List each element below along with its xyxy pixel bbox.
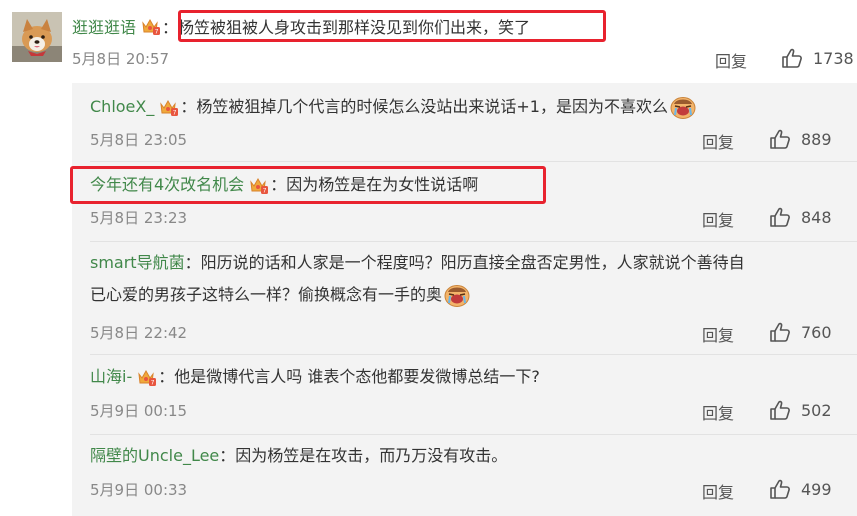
- crying-emoji-icon: [670, 95, 696, 119]
- reply-colon: ：: [219, 446, 236, 465]
- main-comment-date: 5月8日 20:57: [72, 50, 170, 68]
- reply-text: 他是微博代言人吗 谁表个态他都要发微博总结一下?: [174, 367, 540, 386]
- main-comment-line: 逛逛逛语 ： 杨笠被狙被人身攻击到那样没见到你们出来，笑了: [72, 14, 530, 38]
- like-count: 889: [801, 129, 832, 149]
- reply-colon: ：: [270, 175, 287, 194]
- vip-badge-icon[interactable]: [136, 367, 156, 387]
- like-button[interactable]: 499: [769, 478, 832, 500]
- reply-colon: ：: [158, 367, 175, 386]
- like-button[interactable]: 848: [769, 206, 832, 228]
- reply-username[interactable]: 山海i-: [90, 365, 132, 389]
- divider: [90, 241, 857, 242]
- reply-button[interactable]: 回复: [702, 129, 734, 153]
- like-thumb-icon: [769, 321, 791, 343]
- divider: [90, 354, 857, 355]
- reply-button[interactable]: 回复: [702, 479, 734, 503]
- reply-button[interactable]: 回复: [702, 322, 734, 346]
- divider: [90, 434, 857, 435]
- reply-text-line2: 已心爱的男孩子这特么一样？偷换概念有一手的奥: [90, 285, 443, 304]
- divider: [90, 161, 857, 162]
- reply-list: ChloeX_ ： 杨笠被狙掉几个代言的时候怎么没站出来说话+1，是因为不喜欢么…: [72, 83, 857, 516]
- avatar[interactable]: [12, 12, 62, 62]
- reply-username[interactable]: smart导航菌: [90, 251, 185, 275]
- like-button[interactable]: 889: [769, 128, 832, 150]
- reply-text: 因为杨笠是在为女性说话啊: [286, 175, 479, 194]
- main-comment-like-count: 1738: [813, 48, 854, 68]
- reply-line: smart导航菌 ： 阳历说的话和人家是一个程度吗？阳历直接全盘否定男性，人家就…: [90, 251, 745, 275]
- like-thumb-icon: [769, 478, 791, 500]
- main-comment-username[interactable]: 逛逛逛语: [72, 14, 136, 38]
- reply-line: ChloeX_ ： 杨笠被狙掉几个代言的时候怎么没站出来说话+1，是因为不喜欢么: [90, 95, 696, 119]
- reply-colon: ：: [184, 253, 201, 272]
- main-comment-like-button[interactable]: 1738: [781, 47, 854, 69]
- reply-button[interactable]: 回复: [702, 207, 734, 231]
- like-thumb-icon: [769, 128, 791, 150]
- like-count: 848: [801, 207, 832, 227]
- like-count: 499: [801, 479, 832, 499]
- reply-date: 5月9日 00:33: [90, 481, 188, 499]
- reply-username[interactable]: 隔壁的Uncle_Lee: [90, 444, 219, 468]
- reply-username[interactable]: ChloeX_: [90, 95, 154, 119]
- vip-badge-icon[interactable]: [158, 97, 178, 117]
- main-comment-colon: ：: [162, 18, 179, 37]
- vip-badge-icon[interactable]: [140, 16, 160, 36]
- like-button[interactable]: 502: [769, 399, 832, 421]
- like-button[interactable]: 760: [769, 321, 832, 343]
- like-count: 502: [801, 400, 832, 420]
- reply-button[interactable]: 回复: [702, 400, 734, 424]
- like-thumb-icon: [769, 206, 791, 228]
- reply-date: 5月8日 22:42: [90, 324, 188, 342]
- reply-line: 山海i- ： 他是微博代言人吗 谁表个态他都要发微博总结一下?: [90, 365, 540, 389]
- like-thumb-icon: [769, 399, 791, 421]
- reply-line: 隔壁的Uncle_Lee ： 因为杨笠是在攻击，而乃万没有攻击。: [90, 444, 507, 468]
- crying-emoji-icon: [444, 283, 470, 307]
- reply-username[interactable]: 今年还有4次改名机会: [90, 173, 244, 197]
- reply-date: 5月9日 00:15: [90, 402, 188, 420]
- reply-text: 阳历说的话和人家是一个程度吗？阳历直接全盘否定男性，人家就说个善待自: [200, 253, 745, 272]
- main-comment-reply-button[interactable]: 回复: [715, 48, 747, 72]
- reply-date: 5月8日 23:05: [90, 131, 188, 149]
- reply-line: 今年还有4次改名机会 ： 因为杨笠是在为女性说话啊: [90, 173, 478, 197]
- reply-colon: ：: [180, 97, 197, 116]
- vip-badge-icon[interactable]: [248, 175, 268, 195]
- like-count: 760: [801, 322, 832, 342]
- reply-text: 杨笠被狙掉几个代言的时候怎么没站出来说话+1，是因为不喜欢么: [196, 97, 668, 116]
- like-thumb-icon: [781, 47, 803, 69]
- main-comment-text: 杨笠被狙被人身攻击到那样没见到你们出来，笑了: [178, 18, 531, 37]
- reply-date: 5月8日 23:23: [90, 209, 188, 227]
- reply-line-2: 已心爱的男孩子这特么一样？偷换概念有一手的奥: [90, 283, 470, 307]
- reply-text: 因为杨笠是在攻击，而乃万没有攻击。: [235, 446, 508, 465]
